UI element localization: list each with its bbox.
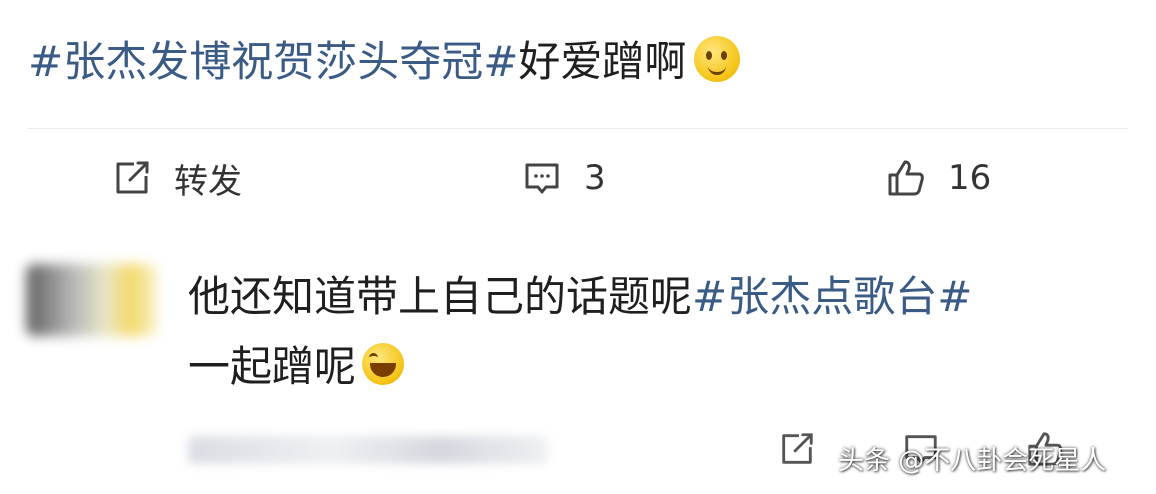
comment-meta-blurred [188,436,548,464]
repost-label: 转发 [174,161,242,202]
comment-button[interactable]: 3 [522,150,606,206]
laughing-emoji-icon [362,343,405,385]
post-body: 好爱蹭啊 [518,37,687,86]
comment-body: 他还知道带上自己的话题呢 [188,272,693,321]
post-hashtag[interactable]: #张杰发博祝贺莎头夺冠# [28,37,518,86]
comment-text: 他还知道带上自己的话题呢#张杰点歌台# 一起蹭呢 [188,262,1088,402]
comment-icon [525,163,559,194]
smirk-emoji-icon [694,36,741,82]
divider [28,128,1128,129]
comment-body-continued: 一起蹭呢 [188,342,357,391]
avatar[interactable] [26,264,158,336]
comment-hashtag[interactable]: #张杰点歌台# [692,272,972,321]
comment-count: 3 [584,158,606,198]
post-text: #张杰发博祝贺莎头夺冠#好爱蹭啊 [28,30,741,94]
watermark: 头条 @不八卦会死星人 [838,446,1107,476]
repost-button[interactable]: 转发 [112,150,242,206]
like-count: 16 [948,158,992,198]
like-button[interactable]: 16 [886,150,991,206]
share-icon[interactable] [778,430,816,468]
share-icon [116,161,149,194]
thumbs-up-icon [888,160,924,196]
